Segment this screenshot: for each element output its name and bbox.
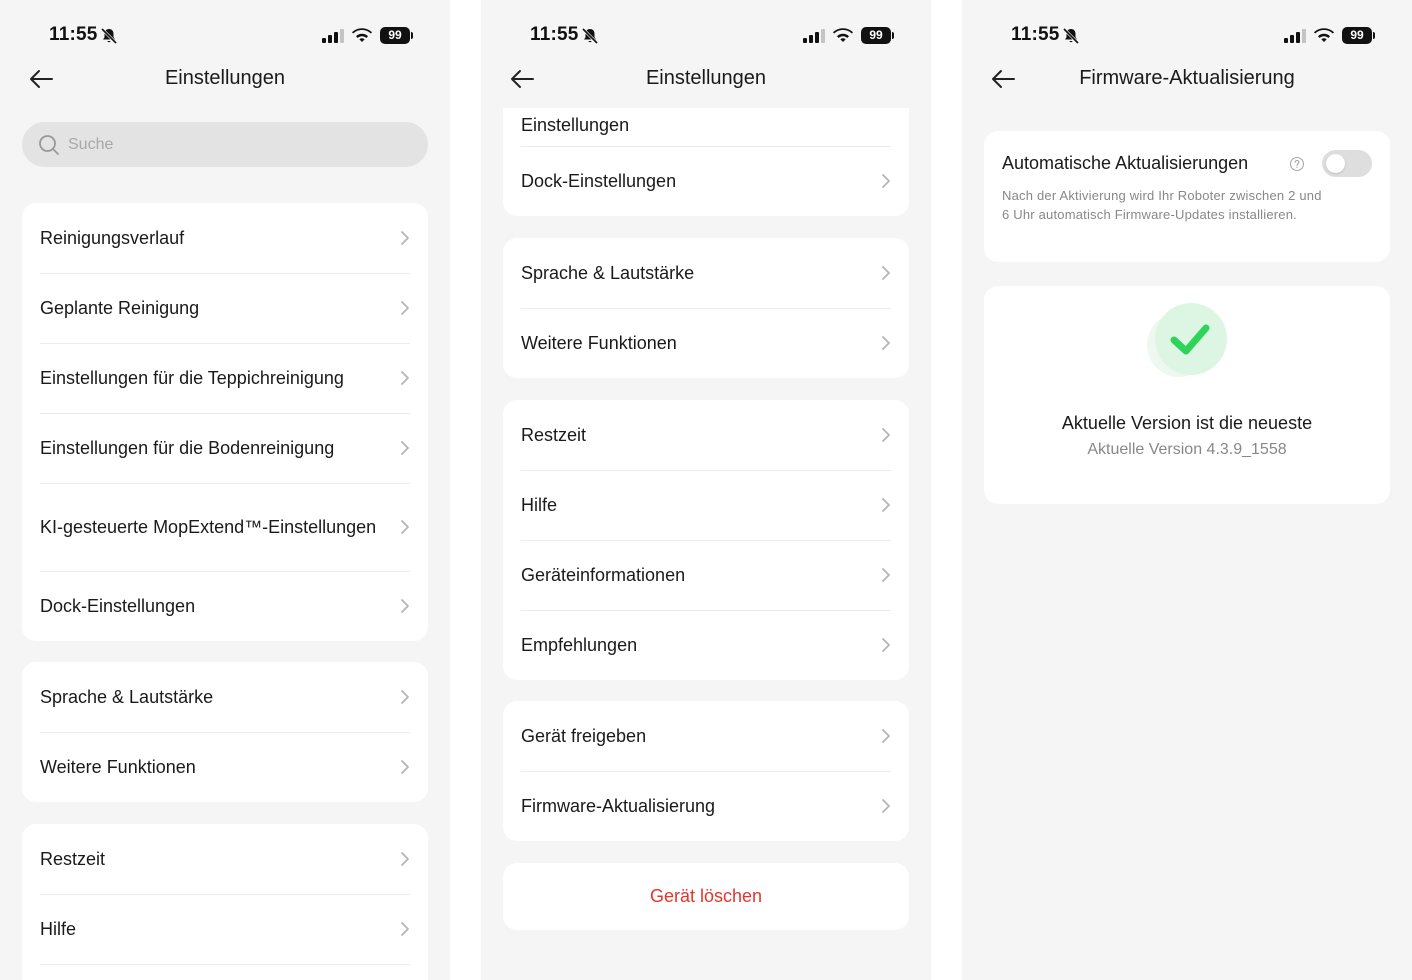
settings-item-share-device[interactable]: Gerät freigeben [503, 701, 909, 771]
chevron-right-icon [401, 690, 409, 704]
settings-group-device: Gerät freigeben Firmware-Aktualisierung [503, 701, 909, 841]
settings-item-language-volume[interactable]: Sprache & Lautstärke [22, 662, 428, 732]
settings-item-firmware-update[interactable]: Firmware-Aktualisierung [503, 771, 909, 841]
firmware-update-screen: 11:55 99 Firmware-Aktualisierung Automat… [962, 0, 1412, 980]
chevron-right-icon [882, 266, 890, 280]
settings-item-mopextend[interactable]: KI-gesteuerte MopExtend™-Einstellungen [22, 483, 428, 571]
signal-icon [1284, 29, 1306, 43]
status-time: 11:55 [530, 24, 579, 45]
status-bar: 11:55 99 [481, 20, 931, 52]
auto-update-toggle[interactable] [1322, 150, 1372, 177]
auto-update-card: Automatische Aktualisierungen Nach der A… [984, 131, 1390, 262]
search-bar[interactable] [22, 122, 428, 167]
toggle-knob [1326, 154, 1345, 173]
battery-indicator: 99 [380, 27, 413, 44]
chevron-right-icon [882, 568, 890, 582]
chevron-right-icon [401, 852, 409, 866]
chevron-right-icon [401, 231, 409, 245]
settings-item-dock[interactable]: Dock-Einstellungen [22, 571, 428, 641]
chevron-right-icon [401, 599, 409, 613]
chevron-right-icon [401, 922, 409, 936]
settings-screen-scrolled: Einstellungen Dock-Einstellungen 11:55 9… [481, 0, 931, 980]
signal-icon [803, 29, 825, 43]
scroll-overlap-strip [503, 108, 909, 116]
status-time: 11:55 [49, 24, 98, 45]
settings-item-partial [22, 964, 428, 980]
chevron-right-icon [401, 441, 409, 455]
battery-indicator: 99 [861, 27, 894, 44]
bell-muted-icon [1062, 27, 1080, 45]
check-circle-icon [1147, 303, 1227, 377]
status-bar: 11:55 99 [0, 20, 450, 52]
signal-icon [322, 29, 344, 43]
chevron-right-icon [401, 520, 409, 534]
settings-item-help[interactable]: Hilfe [503, 470, 909, 540]
firmware-status-card: Aktuelle Version ist die neueste Aktuell… [984, 286, 1390, 504]
settings-item-more-functions[interactable]: Weitere Funktionen [503, 308, 909, 378]
chevron-right-icon [401, 301, 409, 315]
auto-update-description: Nach der Aktivierung wird Ihr Roboter zw… [1002, 188, 1322, 222]
wifi-icon [352, 28, 372, 42]
chevron-right-icon [882, 428, 890, 442]
nav-bar: Firmware-Aktualisierung [962, 56, 1412, 106]
page-title: Einstellungen [645, 67, 767, 89]
status-bar: 11:55 99 [962, 20, 1412, 52]
settings-item-remaining-time[interactable]: Restzeit [22, 824, 428, 894]
settings-item-cleaning-history[interactable]: Reinigungsverlauf [22, 203, 428, 273]
chevron-right-icon [882, 498, 890, 512]
nav-bar: Einstellungen [481, 56, 931, 108]
settings-group-cleaning: Reinigungsverlauf Geplante Reinigung Ein… [22, 203, 428, 641]
bell-muted-icon [581, 27, 599, 45]
settings-item-floor-cleaning[interactable]: Einstellungen für die Bodenreinigung [22, 413, 428, 483]
auto-update-title: Automatische Aktualisierungen [1002, 153, 1249, 173]
settings-group-info: Restzeit Hilfe Geräteinformationen Empfe… [503, 400, 909, 680]
settings-item-remaining-time[interactable]: Restzeit [503, 400, 909, 470]
status-message: Aktuelle Version ist die neueste [1061, 413, 1313, 433]
question-mark-icon[interactable] [1289, 156, 1305, 172]
settings-item-more-functions[interactable]: Weitere Funktionen [22, 732, 428, 802]
settings-item-dock[interactable]: Dock-Einstellungen [503, 146, 909, 216]
search-icon [39, 135, 59, 155]
delete-device-button[interactable]: Gerät löschen [503, 863, 909, 930]
chevron-right-icon [882, 174, 890, 188]
page-title: Einstellungen [164, 67, 286, 89]
chevron-right-icon [882, 336, 890, 350]
bell-muted-icon [100, 27, 118, 45]
battery-indicator: 99 [1342, 27, 1375, 44]
settings-item-recommendations[interactable]: Empfehlungen [503, 610, 909, 680]
page-title: Firmware-Aktualisierung [1079, 67, 1295, 89]
settings-item-device-info[interactable]: Geräteinformationen [503, 540, 909, 610]
search-input[interactable] [68, 122, 408, 167]
nav-bar: Einstellungen [0, 56, 450, 106]
settings-item-carpet-cleaning[interactable]: Einstellungen für die Teppichreinigung [22, 343, 428, 413]
wifi-icon [1314, 28, 1334, 42]
current-version: Aktuelle Version 4.3.9_1558 [1087, 441, 1287, 458]
chevron-right-icon [882, 799, 890, 813]
settings-group-general: Sprache & Lautstärke Weitere Funktionen [503, 238, 909, 378]
settings-screen: 11:55 99 Einstellungen Reinigungsverlauf… [0, 0, 450, 980]
wifi-icon [833, 28, 853, 42]
status-time: 11:55 [1011, 24, 1060, 45]
chevron-right-icon [401, 760, 409, 774]
settings-item-language-volume[interactable]: Sprache & Lautstärke [503, 238, 909, 308]
settings-group-info: Restzeit Hilfe [22, 824, 428, 980]
settings-item-help[interactable]: Hilfe [22, 894, 428, 964]
chevron-right-icon [882, 638, 890, 652]
settings-group-general: Sprache & Lautstärke Weitere Funktionen [22, 662, 428, 802]
chevron-right-icon [882, 729, 890, 743]
chevron-right-icon [401, 371, 409, 385]
settings-item-scheduled-cleaning[interactable]: Geplante Reinigung [22, 273, 428, 343]
